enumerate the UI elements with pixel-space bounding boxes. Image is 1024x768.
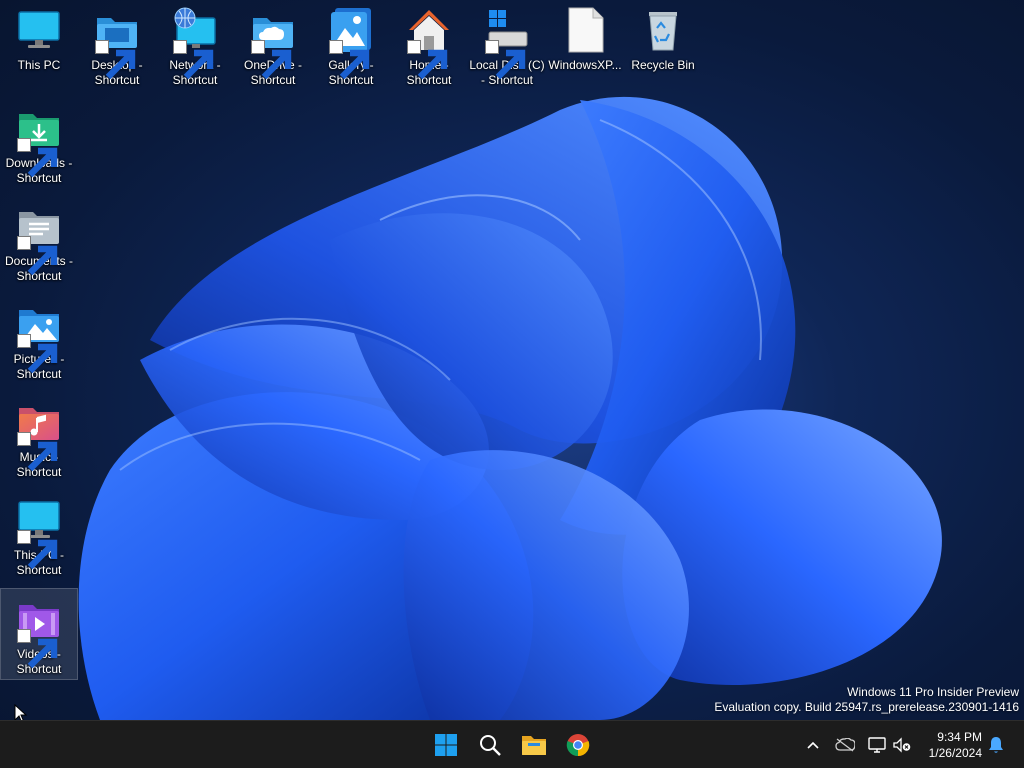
- watermark-edition: Windows 11 Pro Insider Preview: [847, 685, 1019, 699]
- shortcut-arrow-icon: [251, 40, 292, 80]
- shortcut-arrow-icon: [17, 629, 58, 669]
- onedrive-folder-icon: [249, 6, 297, 80]
- taskbar: 9:34 PM 1/26/2024: [0, 720, 1024, 768]
- this-pc-icon-item[interactable]: This PC: [0, 0, 78, 92]
- shortcut-arrow-icon: [17, 334, 58, 374]
- clock-date: 1/26/2024: [928, 746, 982, 760]
- notifications-button[interactable]: [986, 733, 1006, 757]
- blank-file-icon: [561, 6, 609, 54]
- shortcut-arrow-icon: [17, 138, 58, 178]
- chevron-up-icon: [807, 741, 819, 749]
- file-explorer-icon: [522, 736, 546, 755]
- icon-label: This PC: [17, 58, 61, 72]
- downloads-shortcut-item[interactable]: Downloads - Shortcut: [0, 98, 78, 190]
- shortcut-arrow-icon: [17, 432, 58, 472]
- monitor-icon: [15, 496, 63, 570]
- documents-folder-icon: [15, 202, 63, 276]
- music-shortcut-item[interactable]: Music - Shortcut: [0, 392, 78, 484]
- desktop-folder-icon: [93, 6, 141, 80]
- windowsxp-file-item[interactable]: WindowsXP...: [546, 0, 624, 92]
- hard-drive-icon: [483, 6, 531, 80]
- evaluation-watermark: Windows 11 Pro Insider Preview Evaluatio…: [714, 685, 1019, 715]
- documents-shortcut-item[interactable]: Documents - Shortcut: [0, 196, 78, 288]
- wallpaper-bloom: [78, 96, 942, 720]
- shortcut-arrow-icon: [17, 236, 58, 276]
- music-folder-icon: [15, 398, 63, 472]
- home-icon: [405, 6, 453, 80]
- network-icon: [868, 737, 886, 753]
- desktop-shortcut-item[interactable]: Desktop - Shortcut: [78, 0, 156, 92]
- gallery-icon: [327, 6, 375, 80]
- shortcut-arrow-icon: [173, 40, 214, 80]
- mouse-cursor-icon: [14, 704, 28, 720]
- shortcut-arrow-icon: [407, 40, 448, 80]
- show-hidden-icons-button[interactable]: [804, 733, 822, 757]
- icon-label: Recycle Bin: [631, 58, 695, 72]
- recycle-bin-icon: [639, 6, 687, 54]
- monitor-icon: [15, 6, 63, 54]
- downloads-folder-icon: [15, 104, 63, 178]
- onedrive-tray-button[interactable]: [834, 733, 856, 757]
- gallery-shortcut-item[interactable]: Gallery - Shortcut: [312, 0, 390, 92]
- onedrive-offline-icon: [835, 738, 855, 752]
- desktop[interactable]: This PC Desktop - Shortcut Network - Sho…: [0, 0, 1024, 720]
- notification-bell-icon: [989, 737, 1003, 753]
- network-shortcut-item[interactable]: Network - Shortcut: [156, 0, 234, 92]
- this-pc-shortcut-item[interactable]: This PC - Shortcut: [0, 490, 78, 582]
- search-button[interactable]: [472, 727, 508, 763]
- volume-muted-icon: [893, 737, 911, 753]
- chrome-icon: [566, 734, 590, 757]
- search-icon: [480, 735, 501, 756]
- volume-tray-button[interactable]: [892, 733, 912, 757]
- chrome-button[interactable]: [560, 727, 596, 763]
- clock-time: 9:34 PM: [937, 730, 982, 744]
- shortcut-arrow-icon: [329, 40, 370, 80]
- icon-label: WindowsXP...: [548, 58, 622, 72]
- recycle-bin-item[interactable]: Recycle Bin: [624, 0, 702, 92]
- videos-folder-icon: [15, 595, 63, 669]
- network-tray-button[interactable]: [866, 733, 888, 757]
- clock[interactable]: 9:34 PM 1/26/2024: [912, 729, 982, 761]
- videos-shortcut-item[interactable]: Videos - Shortcut: [0, 588, 78, 680]
- start-icon: [435, 734, 457, 756]
- shortcut-arrow-icon: [95, 40, 136, 80]
- pictures-folder-icon: [15, 300, 63, 374]
- network-globe-icon: [171, 6, 219, 80]
- file-explorer-button[interactable]: [516, 727, 552, 763]
- onedrive-shortcut-item[interactable]: OneDrive - Shortcut: [234, 0, 312, 92]
- local-disk-shortcut-item[interactable]: Local Disk (C) - Shortcut: [468, 0, 546, 92]
- pictures-shortcut-item[interactable]: Pictures - Shortcut: [0, 294, 78, 386]
- start-button[interactable]: [428, 727, 464, 763]
- home-shortcut-item[interactable]: Home - Shortcut: [390, 0, 468, 92]
- shortcut-arrow-icon: [17, 530, 58, 570]
- shortcut-arrow-icon: [485, 40, 526, 80]
- watermark-build: Evaluation copy. Build 25947.rs_prerelea…: [714, 700, 1019, 714]
